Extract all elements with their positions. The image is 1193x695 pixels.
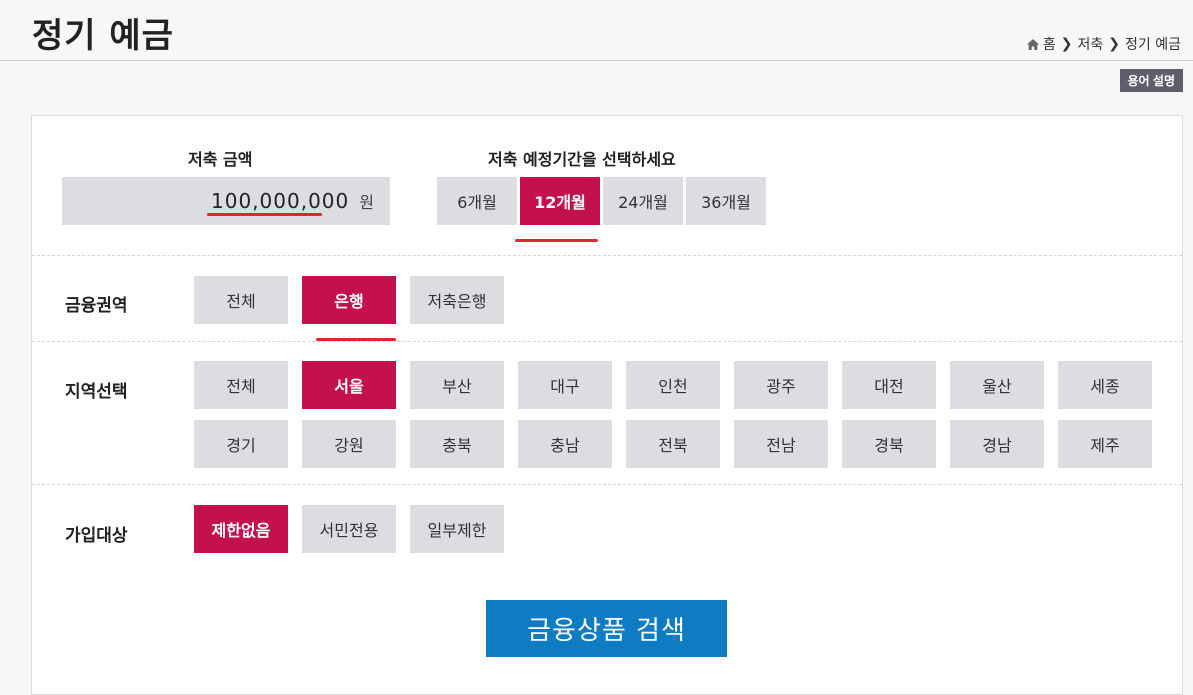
region-chungbuk-button[interactable]: 충북 xyxy=(410,420,504,468)
period-12m-button[interactable]: 12개월 xyxy=(520,177,600,225)
financial-sector-label: 금융권역 xyxy=(65,296,128,316)
sector-savings-bank-button[interactable]: 저축은행 xyxy=(410,276,504,324)
amount-value: 100,000,000 xyxy=(211,189,350,213)
divider xyxy=(32,255,1182,256)
amount-underline xyxy=(207,213,322,216)
region-seoul-button[interactable]: 서울 xyxy=(302,361,396,409)
period-36m-button[interactable]: 36개월 xyxy=(686,177,766,225)
divider xyxy=(32,341,1182,342)
eligibility-unrestricted-button[interactable]: 제한없음 xyxy=(194,505,288,553)
eligibility-low-income-button[interactable]: 서민전용 xyxy=(302,505,396,553)
region-jeju-button[interactable]: 제주 xyxy=(1058,420,1152,468)
header-divider xyxy=(0,60,1193,61)
search-panel: 저축 금액 100,000,000 원 저축 예정기간을 선택하세요 6개월 1… xyxy=(31,115,1183,695)
region-jeonnam-button[interactable]: 전남 xyxy=(734,420,828,468)
page-title: 정기 예금 xyxy=(32,16,174,56)
period-label: 저축 예정기간을 선택하세요 xyxy=(488,150,676,169)
product-search-button[interactable]: 금융상품 검색 xyxy=(486,600,727,657)
period-6m-button[interactable]: 6개월 xyxy=(437,177,517,225)
amount-input[interactable]: 100,000,000 원 xyxy=(62,177,390,225)
chevron-right-icon: ❯ xyxy=(1108,36,1121,52)
divider xyxy=(32,484,1182,485)
region-jeonbuk-button[interactable]: 전북 xyxy=(626,420,720,468)
region-gangwon-button[interactable]: 강원 xyxy=(302,420,396,468)
sector-all-button[interactable]: 전체 xyxy=(194,276,288,324)
region-gyeongbuk-button[interactable]: 경북 xyxy=(842,420,936,468)
region-all-button[interactable]: 전체 xyxy=(194,361,288,409)
amount-label: 저축 금액 xyxy=(188,150,253,169)
breadcrumb-current: 정기 예금 xyxy=(1125,37,1181,53)
region-daegu-button[interactable]: 대구 xyxy=(518,361,612,409)
region-ulsan-button[interactable]: 울산 xyxy=(950,361,1044,409)
breadcrumb-savings[interactable]: 저축 xyxy=(1078,34,1104,54)
region-sejong-button[interactable]: 세종 xyxy=(1058,361,1152,409)
region-daejeon-button[interactable]: 대전 xyxy=(842,361,936,409)
amount-unit: 원 xyxy=(359,193,374,212)
breadcrumb: 홈 ❯ 저축 ❯ 정기 예금 xyxy=(1026,34,1181,54)
eligibility-partial-button[interactable]: 일부제한 xyxy=(410,505,504,553)
region-gyeonggi-button[interactable]: 경기 xyxy=(194,420,288,468)
home-icon[interactable] xyxy=(1026,38,1039,50)
region-gyeongnam-button[interactable]: 경남 xyxy=(950,420,1044,468)
chevron-right-icon: ❯ xyxy=(1060,36,1073,52)
sector-bank-button[interactable]: 은행 xyxy=(302,276,396,324)
region-incheon-button[interactable]: 인천 xyxy=(626,361,720,409)
period-underline xyxy=(515,239,598,242)
eligibility-label: 가입대상 xyxy=(65,526,128,546)
breadcrumb-home[interactable]: 홈 xyxy=(1043,34,1056,54)
period-24m-button[interactable]: 24개월 xyxy=(603,177,683,225)
region-label: 지역선택 xyxy=(65,382,128,402)
region-gwangju-button[interactable]: 광주 xyxy=(734,361,828,409)
region-chungnam-button[interactable]: 충남 xyxy=(518,420,612,468)
glossary-button[interactable]: 용어 설명 xyxy=(1119,69,1183,92)
region-busan-button[interactable]: 부산 xyxy=(410,361,504,409)
